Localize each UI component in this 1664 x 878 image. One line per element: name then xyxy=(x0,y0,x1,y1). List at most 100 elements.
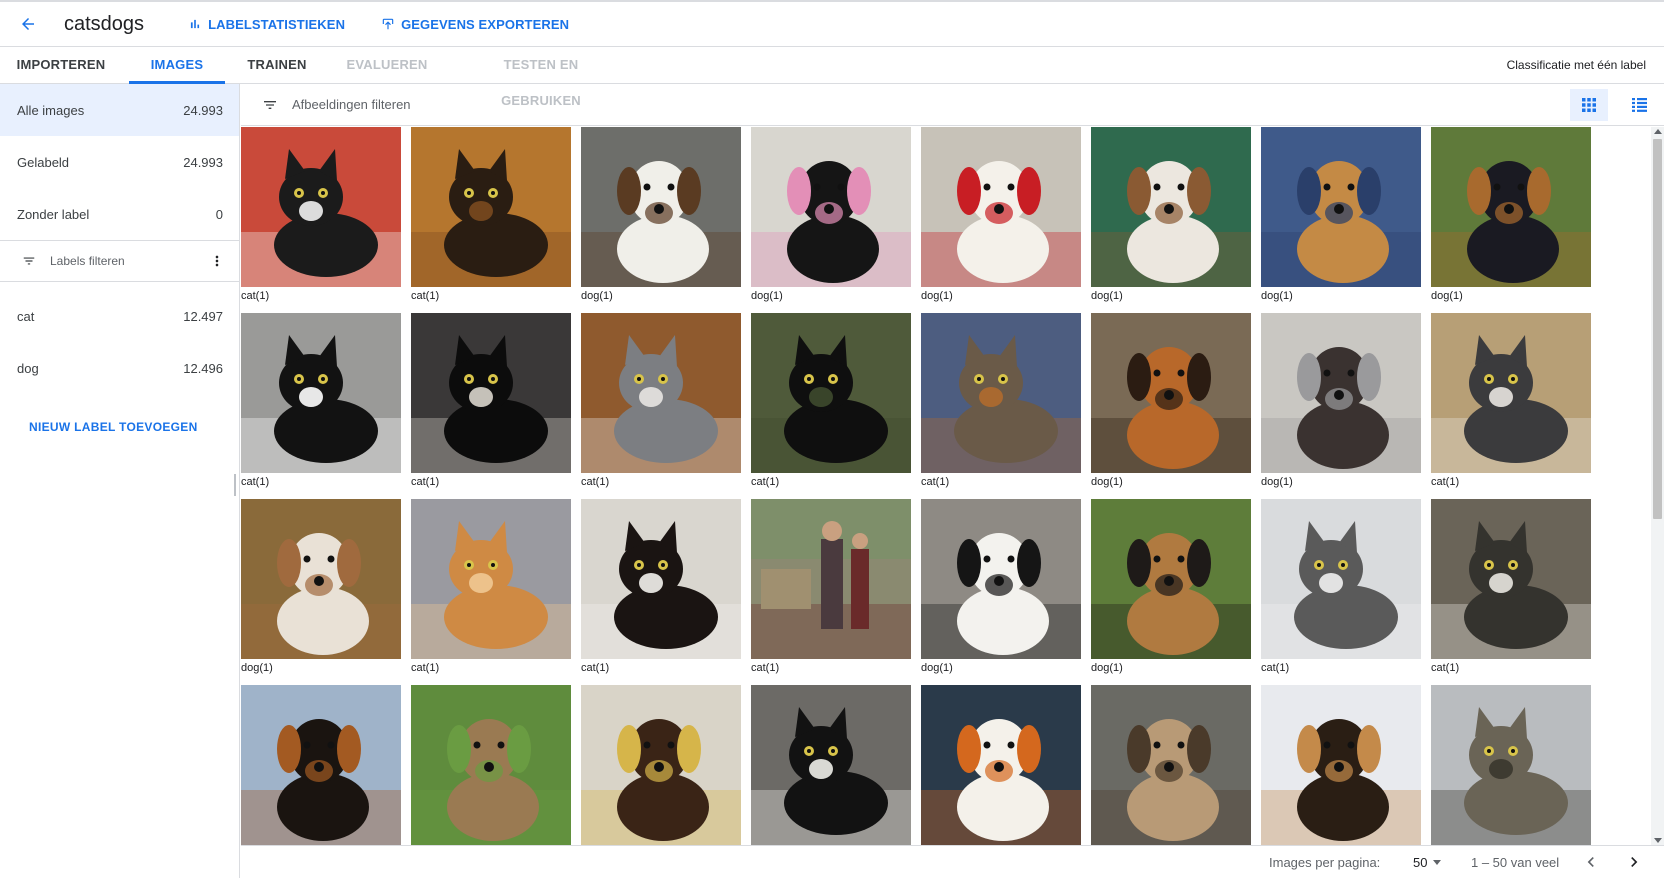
sidebar-label-cat[interactable]: cat 12.497 xyxy=(0,290,239,342)
sidebar-resize-handle[interactable] xyxy=(234,474,236,496)
cat-photo xyxy=(411,127,571,287)
image-thumbnail[interactable] xyxy=(241,313,401,473)
image-tile[interactable]: dog(1) xyxy=(1091,313,1251,499)
more-vert-icon[interactable] xyxy=(209,253,225,269)
label-count: 12.497 xyxy=(183,308,223,324)
image-thumbnail[interactable] xyxy=(1431,127,1591,287)
image-label-caption: cat(1) xyxy=(751,662,780,674)
scrollbar-thumb[interactable] xyxy=(1653,139,1662,519)
next-page-icon[interactable] xyxy=(1624,852,1644,872)
tab-trainen[interactable]: TRAINEN xyxy=(241,47,313,84)
image-thumbnail[interactable] xyxy=(411,127,571,287)
image-tile[interactable]: cat(1) xyxy=(1261,499,1421,685)
image-tile[interactable] xyxy=(1091,685,1251,845)
image-tile[interactable]: cat(1) xyxy=(411,127,571,313)
label-filter-bar[interactable]: Labels filteren xyxy=(0,241,239,281)
image-tile[interactable]: cat(1) xyxy=(241,313,401,499)
image-thumbnail[interactable] xyxy=(1091,499,1251,659)
image-tile[interactable] xyxy=(1261,685,1421,845)
image-thumbnail[interactable] xyxy=(1431,499,1591,659)
image-tile[interactable]: dog(1) xyxy=(1261,127,1421,313)
image-tile[interactable]: cat(1) xyxy=(581,499,741,685)
sidebar-item-count: 24.993 xyxy=(183,154,223,170)
image-label-caption: dog(1) xyxy=(1091,290,1123,302)
image-tile[interactable]: cat(1) xyxy=(751,499,911,685)
image-tile[interactable]: cat(1) xyxy=(411,499,571,685)
cat-photo xyxy=(241,127,401,287)
image-filter-bar[interactable]: Afbeeldingen filteren xyxy=(241,84,1664,126)
image-thumbnail[interactable] xyxy=(1261,685,1421,845)
label-stats-button[interactable]: LABELSTATISTIEKEN xyxy=(188,17,345,32)
image-thumbnail[interactable] xyxy=(241,499,401,659)
image-tile[interactable]: dog(1) xyxy=(241,499,401,685)
image-thumbnail[interactable] xyxy=(411,499,571,659)
image-thumbnail[interactable] xyxy=(1261,313,1421,473)
image-thumbnail[interactable] xyxy=(1431,685,1591,845)
image-tile[interactable] xyxy=(1431,685,1591,845)
label-filter-input[interactable]: Labels filteren xyxy=(50,254,209,268)
image-tile[interactable]: cat(1) xyxy=(1431,313,1591,499)
image-thumbnail[interactable] xyxy=(751,499,911,659)
image-tile[interactable] xyxy=(411,685,571,845)
image-tile[interactable] xyxy=(581,685,741,845)
image-tile[interactable]: dog(1) xyxy=(921,499,1081,685)
image-tile[interactable]: cat(1) xyxy=(751,313,911,499)
image-thumbnail[interactable] xyxy=(751,685,911,845)
tab-importeren[interactable]: IMPORTEREN xyxy=(10,47,112,84)
image-thumbnail[interactable] xyxy=(921,127,1081,287)
image-tile[interactable] xyxy=(921,685,1081,845)
previous-page-icon[interactable] xyxy=(1581,852,1601,872)
image-thumbnail[interactable] xyxy=(581,499,741,659)
back-button[interactable] xyxy=(15,11,41,37)
image-thumbnail[interactable] xyxy=(1261,127,1421,287)
image-tile[interactable] xyxy=(241,685,401,845)
grid-view-button[interactable] xyxy=(1570,89,1608,121)
image-thumbnail[interactable] xyxy=(921,313,1081,473)
export-data-button[interactable]: GEGEVENS EXPORTEREN xyxy=(381,17,569,32)
add-label-button[interactable]: NIEUW LABEL TOEVOEGEN xyxy=(29,420,198,434)
image-tile[interactable]: dog(1) xyxy=(581,127,741,313)
image-tile[interactable]: cat(1) xyxy=(581,313,741,499)
per-page-select[interactable]: 50 xyxy=(1413,855,1442,870)
image-thumbnail[interactable] xyxy=(921,685,1081,845)
scroll-up-icon[interactable] xyxy=(1654,129,1662,134)
image-thumbnail[interactable] xyxy=(411,685,571,845)
image-thumbnail[interactable] xyxy=(751,313,911,473)
image-thumbnail[interactable] xyxy=(411,313,571,473)
grid-scrollbar[interactable] xyxy=(1651,127,1664,845)
image-tile[interactable]: dog(1) xyxy=(1091,127,1251,313)
dog-photo xyxy=(1091,127,1251,287)
image-thumbnail[interactable] xyxy=(1091,313,1251,473)
cat-photo xyxy=(1261,499,1421,659)
image-tile[interactable]: dog(1) xyxy=(1261,313,1421,499)
sidebar-item-labeled[interactable]: Gelabeld 24.993 xyxy=(0,136,239,188)
image-thumbnail[interactable] xyxy=(1261,499,1421,659)
image-tile[interactable]: dog(1) xyxy=(751,127,911,313)
image-thumbnail[interactable] xyxy=(241,685,401,845)
sidebar-label-dog[interactable]: dog 12.496 xyxy=(0,342,239,394)
image-thumbnail[interactable] xyxy=(241,127,401,287)
image-thumbnail[interactable] xyxy=(581,313,741,473)
image-tile[interactable]: cat(1) xyxy=(241,127,401,313)
image-thumbnail[interactable] xyxy=(751,127,911,287)
image-thumbnail[interactable] xyxy=(581,685,741,845)
sidebar-item-all-images[interactable]: Alle images 24.993 xyxy=(0,84,239,136)
scroll-down-icon[interactable] xyxy=(1654,838,1662,843)
image-thumbnail[interactable] xyxy=(1431,313,1591,473)
image-filter-input[interactable]: Afbeeldingen filteren xyxy=(292,97,411,112)
image-grid: cat(1) cat(1) dog(1) dog(1) dog(1) dog(1) dog(… xyxy=(241,127,1651,845)
list-view-button[interactable] xyxy=(1620,89,1658,121)
image-thumbnail[interactable] xyxy=(1091,127,1251,287)
image-tile[interactable] xyxy=(751,685,911,845)
image-thumbnail[interactable] xyxy=(581,127,741,287)
image-tile[interactable]: dog(1) xyxy=(921,127,1081,313)
image-tile[interactable]: cat(1) xyxy=(1431,499,1591,685)
sidebar-item-unlabeled[interactable]: Zonder label 0 xyxy=(0,188,239,240)
image-thumbnail[interactable] xyxy=(921,499,1081,659)
image-tile[interactable]: cat(1) xyxy=(411,313,571,499)
image-tile[interactable]: dog(1) xyxy=(1431,127,1591,313)
image-tile[interactable]: cat(1) xyxy=(921,313,1081,499)
tab-images[interactable]: IMAGES xyxy=(129,47,225,84)
image-tile[interactable]: dog(1) xyxy=(1091,499,1251,685)
image-thumbnail[interactable] xyxy=(1091,685,1251,845)
